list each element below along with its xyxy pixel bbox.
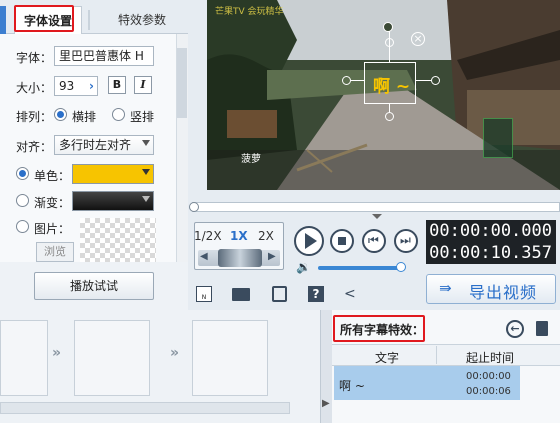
align-value: 多行时左对齐: [59, 138, 132, 152]
clip-thumbnail[interactable]: [192, 320, 268, 396]
next-frame-button[interactable]: ⏭: [394, 229, 418, 253]
radio-solid-color[interactable]: [16, 167, 29, 180]
volume-icon[interactable]: 🔉: [296, 260, 311, 274]
speed-slider-knob[interactable]: [218, 249, 262, 267]
prev-frame-button[interactable]: ⏮: [362, 229, 386, 253]
highlight-box-effects-title: [333, 315, 425, 342]
save-icon[interactable]: [272, 286, 287, 302]
gradient-color-picker[interactable]: [72, 191, 154, 211]
chevron-down-icon: [142, 140, 150, 146]
expand-arrow-icon[interactable]: ▶: [322, 398, 330, 409]
image-preview: [80, 218, 156, 262]
image-label: 图片：: [34, 222, 71, 236]
layout-label: 排列：: [16, 110, 53, 124]
close-icon[interactable]: ×: [411, 32, 425, 46]
video-preview[interactable]: 芒果TV 会玩精华 菠萝 × 啊 ~: [207, 0, 560, 190]
font-label: 字体：: [16, 51, 53, 65]
seek-handle[interactable]: [189, 202, 199, 212]
col-text-header: 文字: [375, 351, 400, 365]
export-icon: ⇛: [439, 279, 452, 297]
chevron-down-icon: [142, 169, 150, 175]
volume-slider[interactable]: [318, 266, 402, 270]
stop-button[interactable]: [330, 229, 354, 253]
effects-table-header: [332, 344, 560, 366]
radio-horizontal[interactable]: [54, 108, 67, 121]
handle-line-bottom: [389, 104, 390, 112]
tab-effect-params[interactable]: 特效参数: [96, 6, 188, 34]
solid-label: 单色：: [34, 169, 71, 183]
highlight-box-font-tab: [14, 5, 74, 32]
font-select-value: 里巴巴普惠体 H: [59, 49, 144, 63]
handle-line-left: [351, 80, 364, 81]
horizontal-label: 横排: [72, 110, 97, 124]
chevron-right-icon: »: [170, 345, 180, 361]
effects-row-text: 啊 ~: [339, 379, 365, 393]
volume-knob[interactable]: [396, 262, 406, 272]
size-label: 大小：: [16, 81, 53, 95]
speed-half[interactable]: 1/2X: [194, 229, 222, 243]
rotate-handle[interactable]: [383, 22, 393, 32]
bold-button[interactable]: B: [108, 76, 126, 94]
align-label: 对齐：: [16, 140, 53, 154]
gradient-label: 渐变：: [34, 196, 71, 210]
resize-handle-right[interactable]: [431, 76, 440, 85]
open-folder-icon[interactable]: [232, 288, 250, 301]
col-time-header: 起止时间: [466, 351, 515, 365]
clip-thumbnail[interactable]: [0, 320, 48, 396]
vertical-label: 竖排: [130, 110, 155, 124]
total-time: 00:00:10.357: [426, 242, 556, 264]
speed-up-icon[interactable]: ▶: [268, 251, 276, 262]
font-select[interactable]: 里巴巴普惠体 H: [54, 46, 154, 66]
new-file-icon[interactable]: N: [196, 286, 212, 302]
chevron-right-icon: ›: [89, 79, 94, 93]
current-time: 00:00:00.000: [426, 220, 556, 242]
speed-2x[interactable]: 2X: [258, 229, 274, 243]
play-icon: [305, 233, 317, 249]
trash-icon[interactable]: [536, 321, 548, 336]
share-icon[interactable]: <: [344, 286, 356, 302]
chevron-down-icon: [142, 196, 150, 202]
effects-row-end: 00:00:06: [466, 386, 511, 397]
play-button[interactable]: [294, 226, 324, 256]
resize-handle-left[interactable]: [342, 76, 351, 85]
back-icon[interactable]: ←: [506, 320, 524, 338]
seek-bar[interactable]: [192, 202, 560, 212]
clip-thumbnail[interactable]: [74, 320, 150, 396]
resize-handle-bottom[interactable]: [385, 112, 394, 121]
stop-icon: [338, 237, 346, 245]
panel-scrollbar-thumb[interactable]: [177, 48, 187, 118]
prev-icon: ⏮: [368, 233, 379, 247]
column-divider: [436, 346, 437, 364]
speed-down-icon[interactable]: ◀: [200, 251, 208, 262]
effects-row-start: 00:00:00: [466, 371, 511, 382]
browse-button[interactable]: 浏览: [36, 242, 74, 262]
radio-image[interactable]: [16, 220, 29, 233]
export-label: 导出视频: [469, 283, 538, 302]
next-icon: ⏭: [400, 233, 411, 247]
size-value: 93: [59, 79, 75, 93]
play-trial-button[interactable]: 播放试试: [34, 272, 154, 300]
active-tab-marker: [0, 6, 6, 34]
chevron-right-icon: »: [52, 345, 62, 361]
radio-gradient[interactable]: [16, 194, 29, 207]
help-icon[interactable]: ?: [308, 286, 324, 302]
solid-color-picker[interactable]: [72, 164, 154, 184]
collapse-arrow-icon[interactable]: [372, 214, 382, 219]
timeline-scrollbar[interactable]: [0, 402, 290, 414]
video-left-margin: [188, 0, 207, 190]
export-video-button[interactable]: ⇛ 导出视频: [426, 274, 556, 304]
watermark: 芒果TV 会玩精华: [215, 7, 284, 17]
radio-vertical[interactable]: [112, 108, 125, 121]
italic-button[interactable]: I: [134, 76, 152, 94]
resize-handle-top[interactable]: [385, 38, 394, 47]
handle-line-top: [389, 47, 390, 62]
handle-line-right: [416, 80, 431, 81]
video-caption: 菠萝: [241, 154, 261, 165]
speed-1x[interactable]: 1X: [230, 229, 248, 243]
size-select[interactable]: 93 ›: [54, 76, 98, 96]
channel-logo: [483, 118, 513, 158]
tab-divider: [88, 10, 90, 30]
align-select[interactable]: 多行时左对齐: [54, 135, 154, 155]
subtitle-text: 啊 ~: [373, 77, 411, 97]
